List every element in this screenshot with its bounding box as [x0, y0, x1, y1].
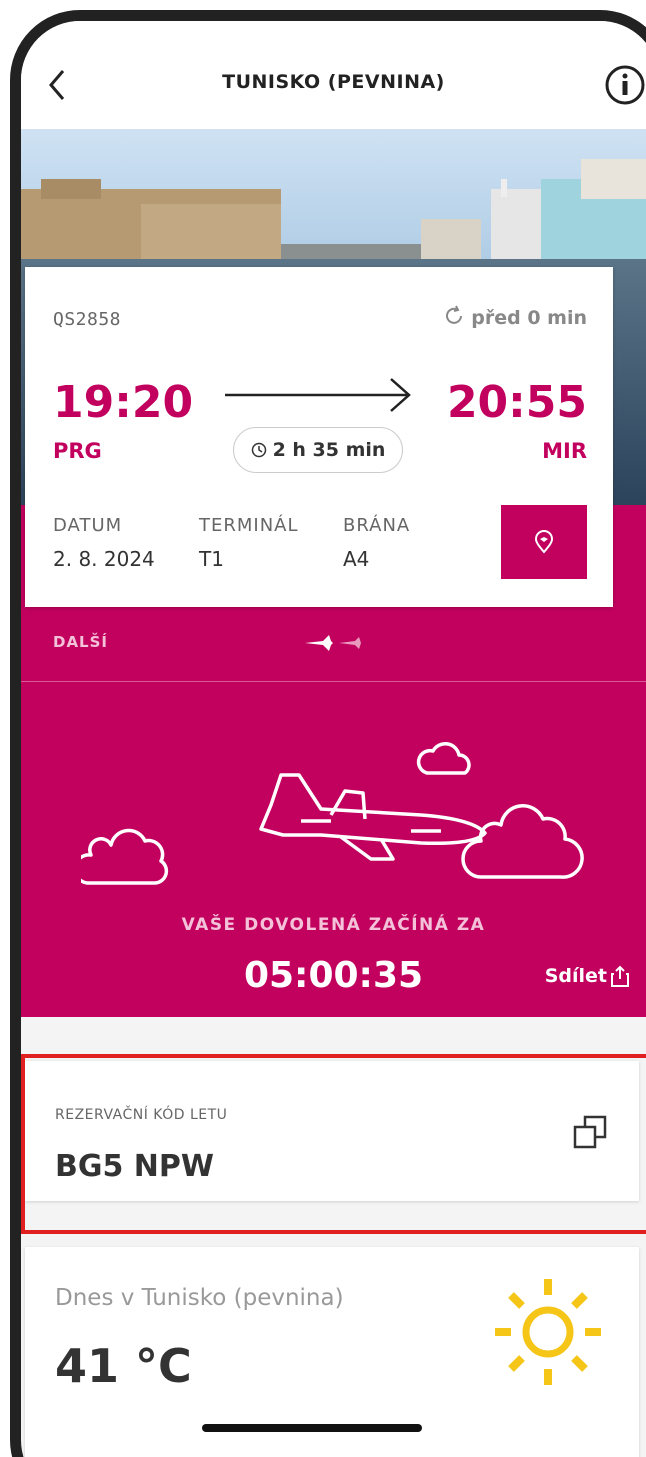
flight-pager-icon[interactable] [303, 633, 363, 653]
flight-duration: 2 h 35 min [233, 427, 403, 473]
date-label: DATUM [53, 515, 123, 536]
flight-number: QS2858 [53, 309, 122, 330]
next-flight-label[interactable]: DALŠÍ [53, 633, 108, 651]
arrival-airport: MIR [542, 439, 587, 463]
date-value: 2. 8. 2024 [53, 547, 155, 571]
arrival-time: 20:55 [446, 377, 587, 428]
map-button[interactable] [501, 505, 587, 579]
arrow-right-icon [225, 378, 411, 412]
phone-frame: TUNISKO (PEVNINA) DALŠÍ VAŠE DOVOLENÁ ZA… [10, 10, 646, 1457]
app-header: TUNISKO (PEVNINA) [21, 21, 646, 129]
departure-time: 19:20 [53, 377, 194, 428]
page-title: TUNISKO (PEVNINA) [222, 71, 445, 93]
countdown-label: VAŠE DOVOLENÁ ZAČÍNÁ ZA [181, 915, 486, 935]
gate-value: A4 [343, 547, 370, 571]
last-updated[interactable]: před 0 min [443, 305, 587, 329]
share-label: Sdílet [544, 965, 607, 987]
highlight-box [21, 1054, 646, 1234]
home-indicator[interactable] [202, 1424, 422, 1432]
info-icon[interactable] [603, 63, 646, 107]
airplane-illustration [81, 742, 584, 885]
terminal-label: TERMINÁL [199, 515, 299, 536]
weather-temperature: 41 °C [55, 1339, 192, 1393]
clock-icon [251, 442, 266, 458]
departure-airport: PRG [53, 439, 102, 463]
share-button[interactable]: Sdílet [545, 965, 629, 987]
share-icon [611, 965, 629, 987]
flight-card[interactable]: QS2858 před 0 min 19:20 20:55 PRG MIR 2 … [25, 267, 613, 607]
gate-label: BRÁNA [343, 515, 411, 536]
location-pin-icon [534, 530, 554, 554]
sun-icon [495, 1279, 601, 1385]
weather-title: Dnes v Tunisko (pevnina) [55, 1285, 344, 1311]
refresh-icon [445, 305, 462, 324]
terminal-value: T1 [199, 547, 224, 571]
